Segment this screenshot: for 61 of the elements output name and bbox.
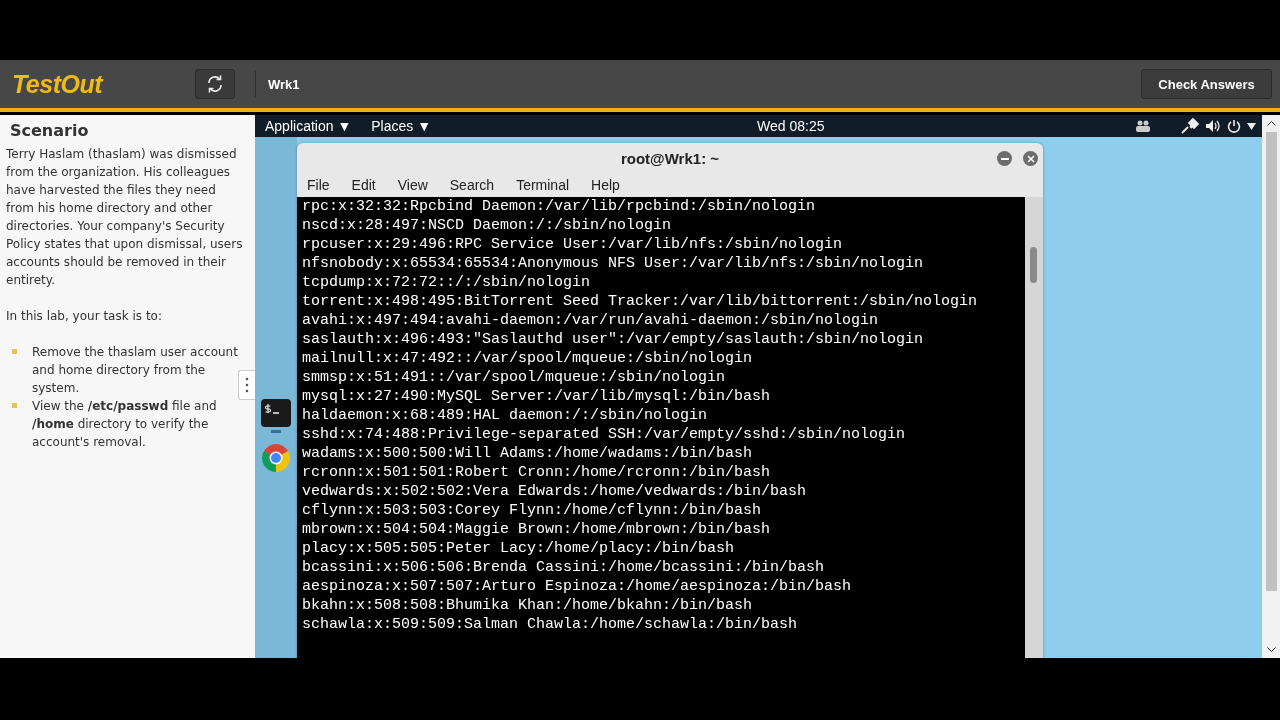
panel-handle[interactable]	[238, 370, 255, 400]
terminal-line: avahi:x:497:494:avahi-daemon:/var/run/avahi-daemon:/sbin/nologin	[302, 311, 880, 330]
bullet-icon	[12, 349, 17, 354]
scenario-description: Terry Haslam (thaslam) was dismissed from the organization. His colleagues have harvested the files they need from his home directory and other directories. Your company's Security Policy states that upon dismissal, users accounts should be removed in their entirety.	[6, 146, 244, 289]
scrollbar[interactable]	[1262, 115, 1280, 658]
scenario-title: Scenario	[10, 121, 90, 141]
scroll-down-icon[interactable]	[1266, 647, 1276, 653]
terminal-line: nfsnobody:x:65534:65534:Anonymous NFS User:/var/lib/nfs:/sbin/nologin	[302, 254, 925, 273]
terminal-icon[interactable]	[261, 399, 291, 427]
menu-item[interactable]: Help	[591, 177, 620, 193]
terminal-line: cflynn:x:503:503:Corey Flynn:/home/cflynn:/bin/bash	[302, 501, 763, 520]
power-icon[interactable]	[1227, 119, 1241, 133]
terminal-line: schawla:x:509:509:Salman Chawla:/home/schawla:/bin/bash	[302, 615, 799, 634]
terminal-line: vedwards:x:502:502:Vera Edwards:/home/vedwards:/bin/bash	[302, 482, 808, 501]
scrollbar[interactable]	[1025, 197, 1043, 658]
terminal-line: aespinoza:x:507:507:Arturo Espinoza:/home/aespinoza:/bin/bash	[302, 577, 853, 596]
minimize-icon	[1000, 157, 1009, 160]
terminal-line: bkahn:x:508:508:Bhumika Khan:/home/bkahn:/bin/bash	[302, 596, 754, 615]
terminal-line: rpc:x:32:32:Rpcbind Daemon:/var/lib/rpcbind:/sbin/nologin	[302, 197, 817, 216]
caret-icon[interactable]	[1247, 122, 1256, 130]
terminal-line: tcpdump:x:72:72::/:/sbin/nologin	[302, 273, 592, 292]
panel-menu[interactable]: Application ▼	[265, 118, 352, 134]
network-icon[interactable]	[1181, 118, 1199, 134]
browser-icon[interactable]	[261, 443, 291, 473]
terminal-line: smmsp:x:51:491::/var/spool/mqueue:/sbin/nologin	[302, 368, 727, 387]
terminal-line: rcronn:x:501:501:Robert Cronn:/home/rcronn:/bin/bash	[302, 463, 772, 482]
task-item: Remove the thaslam user account and home directory from the system.	[32, 344, 239, 397]
refresh-icon	[205, 74, 225, 94]
terminal-line: saslauth:x:496:493:"Saslauthd user":/var/empty/saslauth:/sbin/nologin	[302, 330, 925, 349]
terminal-line: mbrown:x:504:504:Maggie Brown:/home/mbrown:/bin/bash	[302, 520, 772, 539]
minimize-button[interactable]	[997, 151, 1012, 166]
menu-item[interactable]: Edit	[351, 177, 376, 193]
menu-item[interactable]: Search	[449, 177, 495, 193]
task-item: View the /etc/passwd file and /home directory to verify the account's removal.	[32, 398, 218, 451]
close-button[interactable]	[1023, 151, 1038, 166]
logo: TestOut	[12, 69, 105, 99]
terminal-line: placy:x:505:505:Peter Lacy:/home/placy:/bin/bash	[302, 539, 736, 558]
bullet-icon	[12, 403, 17, 408]
terminal-line: bcassini:x:506:506:Brenda Cassini:/home/bcassini:/bin/bash	[302, 558, 826, 577]
menu-item[interactable]: File	[307, 177, 330, 193]
users-icon[interactable]	[1135, 120, 1151, 132]
volume-icon[interactable]	[1205, 119, 1221, 133]
close-icon	[1026, 154, 1035, 163]
terminal-line: wadams:x:500:500:Will Adams:/home/wadams:/bin/bash	[302, 444, 754, 463]
task-intro: In this lab, your task is to:	[6, 308, 163, 325]
terminal-line: mailnull:x:47:492::/var/spool/mqueue:/sbin/nologin	[302, 349, 754, 368]
scroll-up-icon[interactable]	[1266, 120, 1276, 126]
menu-item[interactable]: View	[397, 177, 428, 193]
check-answers-button[interactable]: Check Answers	[1141, 69, 1272, 99]
clock[interactable]: Wed 08:25	[757, 118, 825, 134]
terminal-line: rpcuser:x:29:496:RPC Service User:/var/lib/nfs:/sbin/nologin	[302, 235, 844, 254]
refresh-button[interactable]	[195, 69, 235, 99]
menu-item[interactable]: Terminal	[516, 177, 570, 193]
terminal-line: torrent:x:498:495:BitTorrent Seed Tracker:/var/lib/bittorrent:/sbin/nologin	[302, 292, 979, 311]
terminal-line: mysql:x:27:490:MySQL Server:/var/lib/mysql:/bin/bash	[302, 387, 772, 406]
window-title: root@Wrk1: ~	[620, 149, 720, 167]
terminal-line: haldaemon:x:68:489:HAL daemon:/:/sbin/nologin	[302, 406, 709, 425]
machine-name: Wrk1	[268, 76, 300, 92]
panel-menu[interactable]: Places ▼	[371, 118, 432, 134]
terminal-line: sshd:x:74:488:Privilege-separated SSH:/var/empty/sshd:/sbin/nologin	[302, 425, 907, 444]
terminal-line: nscd:x:28:497:NSCD Daemon:/:/sbin/nologin	[302, 216, 673, 235]
